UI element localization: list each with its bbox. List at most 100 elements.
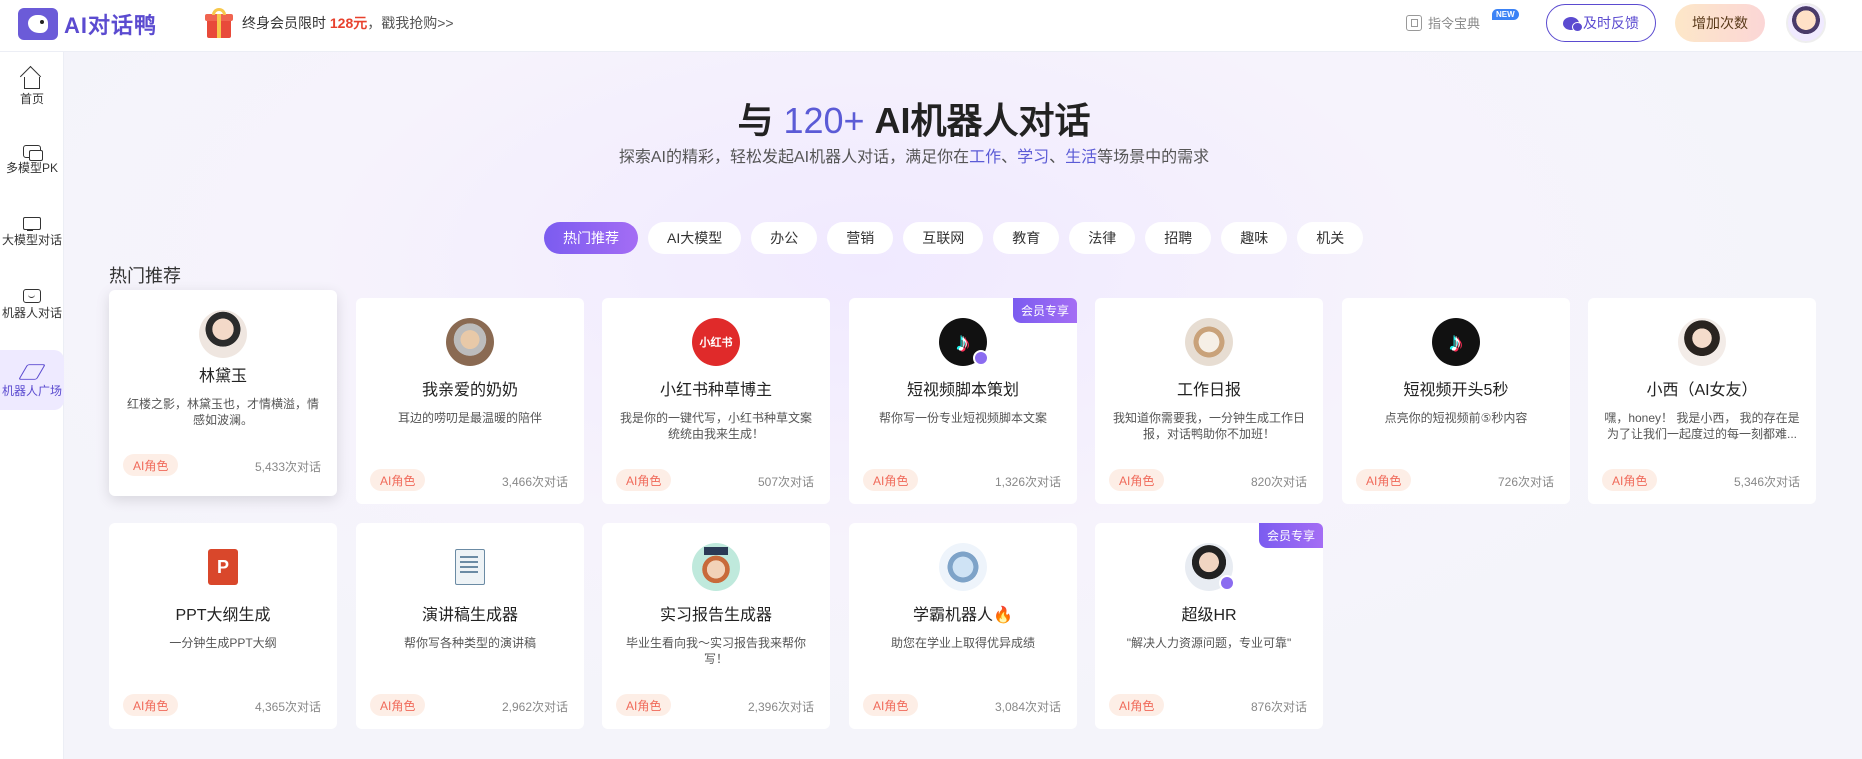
bot-card[interactable]: 小西（AI女友） 嘿，honey！ 我是小西， 我的存在是为了让我们一起度过的每…: [1588, 298, 1816, 504]
tab-marketing[interactable]: 营销: [827, 222, 894, 254]
bot-tag: AI角色: [1356, 469, 1412, 491]
sidebar-item-bot-square[interactable]: 机器人广场: [0, 350, 64, 410]
bot-count: 876次对话: [1250, 700, 1307, 714]
tab-office[interactable]: 办公: [751, 222, 818, 254]
sidebar-item-label: 多模型PK: [5, 161, 58, 175]
bot-desc: 帮你写一份专业短视频脚本文案: [878, 411, 1047, 425]
promo-banner[interactable]: 终身会员限时 128元，戳我抢购>>: [204, 6, 454, 40]
bot-avatar: [446, 318, 494, 366]
tiktok-logo-icon: ♪: [1432, 318, 1480, 366]
vip-badge: 会员专享: [1012, 298, 1077, 323]
bot-name: 实习报告生成器: [659, 607, 772, 624]
bot-count: 2,962次对话: [501, 700, 568, 714]
gift-icon: [204, 6, 234, 40]
bot-desc: 点亮你的短视频前⑤秒内容: [1384, 411, 1528, 425]
bot-card[interactable]: 学霸机器人🔥 助您在学业上取得优异成绩 AI角色 3,084次对话: [849, 523, 1077, 729]
bot-count: 820次对话: [1250, 475, 1307, 489]
sidebar-item-label: 大模型对话: [1, 233, 62, 247]
sidebar-item-llm-chat[interactable]: 大模型对话: [0, 202, 64, 262]
robot-avatar: [939, 543, 987, 591]
bot-count: 5,346次对话: [1733, 475, 1800, 489]
bot-name: PPT大纲生成: [175, 607, 271, 624]
sidebar-item-multi-model-pk[interactable]: 多模型PK: [0, 130, 64, 190]
book-icon: [1406, 14, 1422, 31]
sidebar-item-label: 首页: [19, 91, 44, 106]
bot-name: 短视频开头5秒: [1403, 382, 1509, 399]
bot-count: 3,084次对话: [994, 700, 1061, 714]
sidebar-item-label: 机器人对话: [1, 305, 62, 320]
promo-suffix: ，戳我抢购>>: [367, 15, 454, 31]
user-avatar[interactable]: [1786, 3, 1826, 43]
bot-tag: AI角色: [863, 694, 919, 716]
bot-avatar: [1185, 318, 1233, 366]
bot-desc: 一分钟生成PPT大纲: [169, 636, 277, 650]
chat-bubbles-icon: [23, 145, 43, 161]
sidebar: 首页 多模型PK 大模型对话 机器人对话 机器人广场: [0, 52, 64, 759]
add-credits-button[interactable]: 增加次数: [1675, 4, 1765, 42]
wechat-icon: [1563, 16, 1583, 32]
new-badge: NEW: [1492, 9, 1519, 20]
vip-dot-icon: [973, 350, 989, 366]
tab-ai-models[interactable]: AI大模型: [648, 222, 742, 254]
bot-name: 小红书种草博主: [659, 382, 772, 399]
tab-education[interactable]: 教育: [993, 222, 1060, 254]
bot-tag: AI角色: [1109, 694, 1165, 716]
feedback-label: 及时反馈: [1583, 15, 1639, 31]
prompt-guide-link[interactable]: 指令宝典 NEW: [1406, 9, 1519, 32]
logo[interactable]: AI对话鸭: [18, 8, 157, 40]
bot-avatar: [1678, 318, 1726, 366]
bot-name: 短视频脚本策划: [906, 382, 1019, 399]
bot-card[interactable]: ♪ 短视频开头5秒 点亮你的短视频前⑤秒内容 AI角色 726次对话: [1342, 298, 1570, 504]
bot-card[interactable]: 工作日报 我知道你需要我，一分钟生成工作日报，对话鸭助你不加班！ AI角色 82…: [1095, 298, 1323, 504]
bot-card[interactable]: 实习报告生成器 毕业生看向我～实习报告我来帮你写！ AI角色 2,396次对话: [602, 523, 830, 729]
bot-count: 3,466次对话: [501, 475, 568, 489]
tab-recruit[interactable]: 招聘: [1145, 222, 1212, 254]
bot-count: 726次对话: [1497, 475, 1554, 489]
xiaohongshu-logo-icon: 小红书: [692, 318, 740, 366]
sidebar-item-home[interactable]: 首页: [0, 58, 64, 118]
main-content: 与 120+ AI机器人对话 探索AI的精彩，轻松发起AI机器人对话，满足你在工…: [64, 52, 1862, 759]
hero-title: 与 120+ AI机器人对话: [737, 100, 1091, 141]
tab-fun[interactable]: 趣味: [1221, 222, 1288, 254]
bot-card[interactable]: 林黛玉 红楼之影，林黛玉也，才情横溢，情感如波澜。 AI角色 5,433次对话: [109, 290, 337, 496]
bot-desc: "解决人力资源问题，专业可靠": [1126, 636, 1292, 650]
tab-government[interactable]: 机关: [1297, 222, 1364, 254]
hero-subtitle: 探索AI的精彩，轻松发起AI机器人对话，满足你在工作、学习、生活等场景中的需求: [618, 149, 1210, 166]
section-title: 热门推荐: [109, 266, 181, 286]
duck-logo-icon: [18, 8, 58, 40]
bot-count: 2,396次对话: [747, 700, 814, 714]
bot-card[interactable]: 小红书 小红书种草博主 我是你的一键代写，小红书种草文案统统由我来生成！ AI角…: [602, 298, 830, 504]
bot-desc: 我知道你需要我，一分钟生成工作日报，对话鸭助你不加班！: [1112, 411, 1305, 441]
vip-dot-icon: [1219, 575, 1235, 591]
powerpoint-icon: P: [199, 543, 247, 591]
feedback-button[interactable]: 及时反馈: [1546, 4, 1656, 42]
home-icon: [24, 76, 40, 89]
top-header: AI对话鸭 终身会员限时 128元，戳我抢购>> 指令宝典 NEW 及时反馈 增…: [0, 0, 1862, 52]
document-icon: [446, 543, 494, 591]
bot-card[interactable]: 会员专享 ♪ 短视频脚本策划 帮你写一份专业短视频脚本文案 AI角色 1,326…: [849, 298, 1077, 504]
guide-label: 指令宝典: [1428, 16, 1481, 31]
bot-name: 学霸机器人🔥: [913, 607, 1013, 624]
bot-name: 林黛玉: [198, 368, 247, 385]
bot-desc: 毕业生看向我～实习报告我来帮你写！: [625, 636, 806, 666]
bot-desc: 我是你的一键代写，小红书种草文案统统由我来生成！: [619, 411, 812, 441]
bot-card[interactable]: P PPT大纲生成 一分钟生成PPT大纲 AI角色 4,365次对话: [109, 523, 337, 729]
bot-card[interactable]: 演讲稿生成器 帮你写各种类型的演讲稿 AI角色 2,962次对话: [356, 523, 584, 729]
sidebar-item-bot-chat[interactable]: 机器人对话: [0, 274, 64, 334]
vip-badge: 会员专享: [1258, 523, 1323, 548]
bot-count: 4,365次对话: [254, 700, 321, 714]
bot-count: 5,433次对话: [254, 460, 321, 474]
tab-hot[interactable]: 热门推荐: [544, 222, 638, 254]
bot-card[interactable]: 我亲爱的奶奶 耳边的唠叨是最温暖的陪伴 AI角色 3,466次对话: [356, 298, 584, 504]
tab-internet[interactable]: 互联网: [903, 222, 984, 254]
bot-desc: 红楼之影，林黛玉也，才情横溢，情感如波澜。: [126, 397, 319, 427]
bot-tag: AI角色: [123, 454, 179, 476]
bot-name: 工作日报: [1176, 382, 1241, 399]
bot-tag: AI角色: [370, 469, 426, 491]
bot-card[interactable]: 会员专享 超级HR "解决人力资源问题，专业可靠" AI角色 876次对话: [1095, 523, 1323, 729]
tab-law[interactable]: 法律: [1069, 222, 1136, 254]
bot-tag: AI角色: [863, 469, 919, 491]
bot-tag: AI角色: [370, 694, 426, 716]
category-tabs: 热门推荐 AI大模型 办公 营销 互联网 教育 法律 招聘 趣味 机关: [544, 222, 1364, 254]
bot-tag: AI角色: [616, 694, 672, 716]
